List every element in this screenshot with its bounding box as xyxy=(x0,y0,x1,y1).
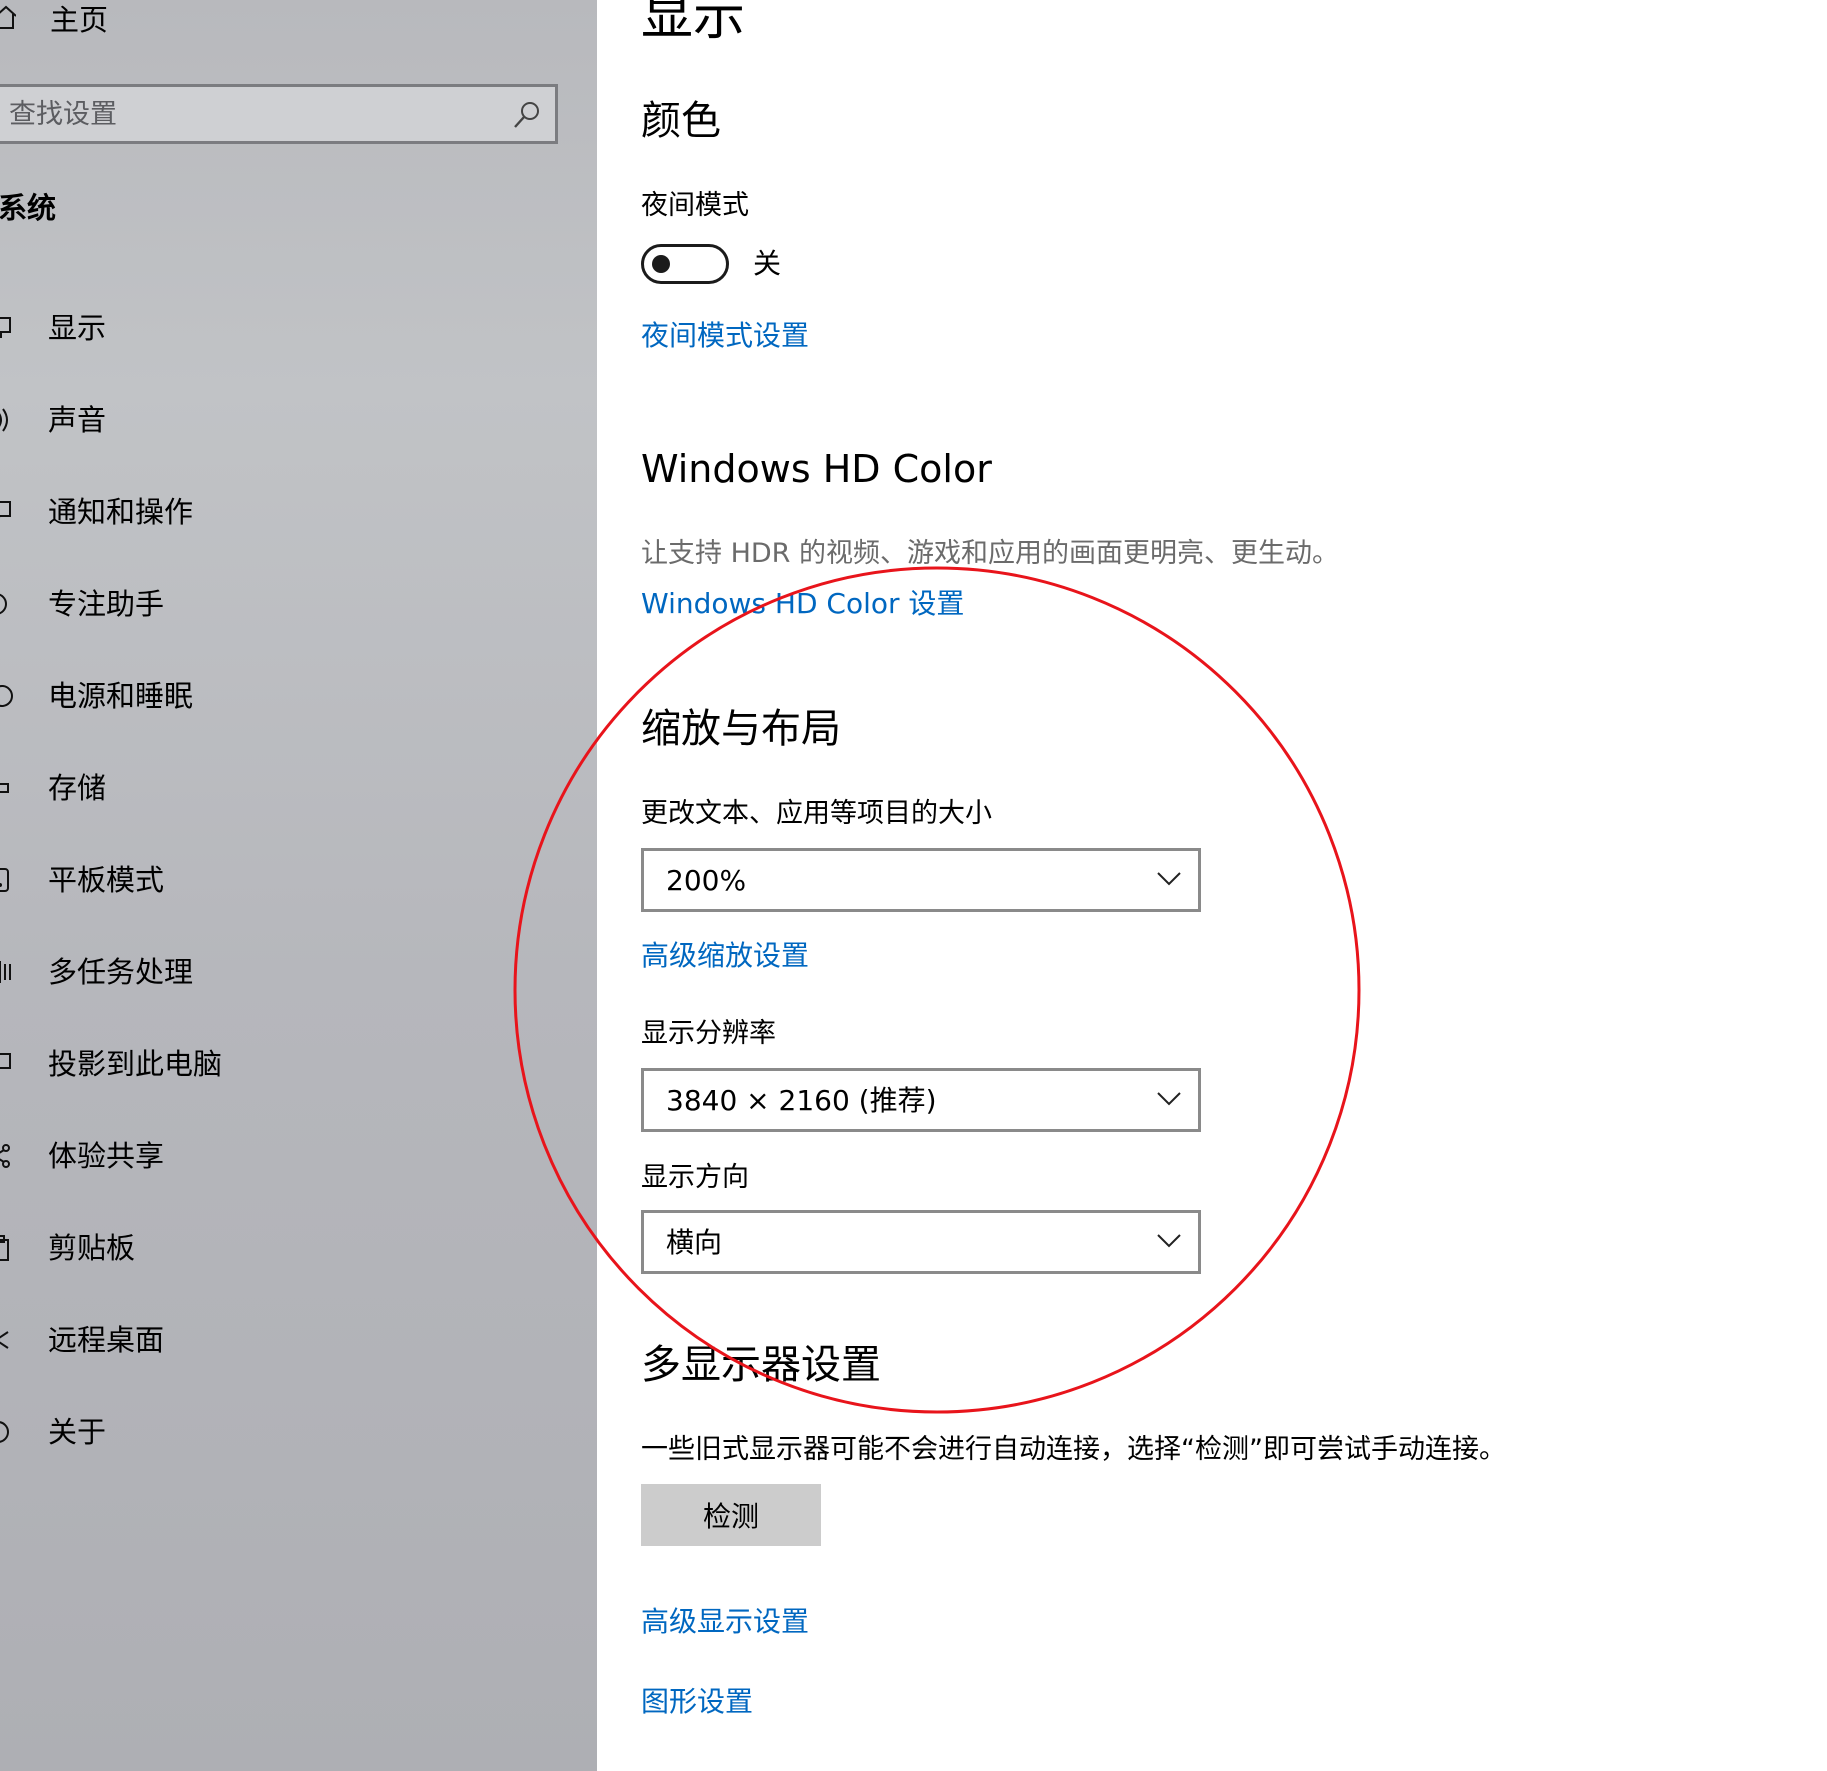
multiple-displays-description: 一些旧式显示器可能不会进行自动连接，选择“检测”即可尝试手动连接。 xyxy=(641,1434,1506,1465)
sidebar-item-label: 声音 xyxy=(48,403,107,437)
graphics-settings-link[interactable]: 图形设置 xyxy=(641,1684,753,1720)
info-icon xyxy=(0,1421,9,1443)
text-size-label: 更改文本、应用等项目的大小 xyxy=(641,798,992,829)
sidebar-item-project[interactable]: 投影到此电脑 xyxy=(0,1028,580,1100)
moon-icon xyxy=(0,593,7,615)
resolution-dropdown[interactable]: 3840 × 2160 (推荐) xyxy=(641,1068,1201,1132)
sidebar-item-multitasking[interactable]: 多任务处理 xyxy=(0,936,580,1008)
advanced-scaling-link[interactable]: 高级缩放设置 xyxy=(641,938,809,974)
sidebar-item-label: 存储 xyxy=(48,771,107,805)
sidebar-item-label: 多任务处理 xyxy=(48,955,194,989)
scale-layout-heading: 缩放与布局 xyxy=(641,706,841,752)
share-icon xyxy=(0,1144,10,1168)
scale-value: 200% xyxy=(666,864,747,897)
hdr-heading: Windows HD Color xyxy=(641,447,992,491)
hdr-settings-link[interactable]: Windows HD Color 设置 xyxy=(641,586,964,622)
color-heading: 颜色 xyxy=(641,98,721,144)
night-mode-settings-link[interactable]: 夜间模式设置 xyxy=(641,318,809,354)
sidebar-item-storage[interactable]: 存储 xyxy=(0,752,580,824)
sidebar-item-label: 专注助手 xyxy=(48,587,165,621)
multiple-displays-heading: 多显示器设置 xyxy=(641,1342,881,1388)
notification-icon xyxy=(0,501,11,518)
sidebar-item-about[interactable]: 关于 xyxy=(0,1396,580,1468)
sidebar-item-power[interactable]: 电源和睡眠 xyxy=(0,660,580,732)
settings-search-box[interactable] xyxy=(0,84,558,144)
advanced-display-settings-link[interactable]: 高级显示设置 xyxy=(641,1604,809,1640)
settings-sidebar: 主页 系统 显示 声音 通知和操作 专注助手 电源和睡眠 存储 平板模式 xyxy=(0,0,597,1771)
detect-button[interactable]: 检测 xyxy=(641,1484,821,1546)
search-icon[interactable] xyxy=(511,99,543,131)
night-mode-state: 关 xyxy=(753,247,782,280)
sidebar-item-label: 通知和操作 xyxy=(48,495,194,529)
night-mode-toggle[interactable] xyxy=(641,244,729,284)
hdr-description: 让支持 HDR 的视频、游戏和应用的画面更明亮、更生动。 xyxy=(641,538,1340,569)
home-icon xyxy=(0,5,16,29)
chevron-down-icon xyxy=(1157,1092,1181,1106)
sidebar-item-focus-assist[interactable]: 专注助手 xyxy=(0,568,580,640)
chevron-down-icon xyxy=(1157,1234,1181,1248)
resolution-label: 显示分辨率 xyxy=(641,1018,776,1049)
resolution-value: 3840 × 2160 (推荐) xyxy=(666,1084,937,1117)
display-settings-pane: 显示 颜色 夜间模式 关 夜间模式设置 Windows HD Color 让支持… xyxy=(597,0,1827,1771)
tablet-icon xyxy=(0,868,9,892)
orientation-dropdown[interactable]: 横向 xyxy=(641,1210,1201,1274)
multitask-icon xyxy=(0,961,11,983)
scale-dropdown[interactable]: 200% xyxy=(641,848,1201,912)
clipboard-icon xyxy=(0,1235,9,1261)
monitor-icon xyxy=(0,317,11,338)
sidebar-item-display[interactable]: 显示 xyxy=(0,292,580,364)
storage-icon xyxy=(0,783,9,793)
sidebar-item-clipboard[interactable]: 剪贴板 xyxy=(0,1212,580,1284)
toggle-knob xyxy=(652,255,670,273)
sidebar-section-title: 系统 xyxy=(0,191,57,225)
sidebar-item-label: 关于 xyxy=(48,1415,107,1449)
sidebar-item-shared-experiences[interactable]: 体验共享 xyxy=(0,1120,580,1192)
home-label: 主页 xyxy=(50,3,109,37)
page-title: 显示 xyxy=(641,0,746,47)
sidebar-item-label: 电源和睡眠 xyxy=(48,679,194,713)
sidebar-home[interactable]: 主页 xyxy=(0,0,560,44)
sidebar-item-tablet-mode[interactable]: 平板模式 xyxy=(0,844,580,916)
night-mode-label: 夜间模式 xyxy=(641,190,749,221)
sidebar-item-label: 投影到此电脑 xyxy=(48,1047,223,1081)
sidebar-item-label: 显示 xyxy=(48,311,107,345)
sidebar-item-label: 体验共享 xyxy=(48,1139,165,1173)
orientation-label: 显示方向 xyxy=(641,1162,749,1193)
sidebar-item-sound[interactable]: 声音 xyxy=(0,384,580,456)
search-input[interactable] xyxy=(9,87,489,141)
sidebar-item-label: 剪贴板 xyxy=(48,1231,136,1265)
speaker-icon xyxy=(0,408,8,432)
power-icon xyxy=(0,685,13,707)
sidebar-item-notifications[interactable]: 通知和操作 xyxy=(0,476,580,548)
sidebar-item-label: 远程桌面 xyxy=(48,1323,165,1357)
project-icon xyxy=(0,1053,11,1069)
sidebar-item-remote-desktop[interactable]: 远程桌面 xyxy=(0,1304,580,1376)
sidebar-item-label: 平板模式 xyxy=(48,863,165,897)
remote-desktop-icon xyxy=(0,1331,9,1349)
orientation-value: 横向 xyxy=(666,1226,723,1259)
chevron-down-icon xyxy=(1157,872,1181,886)
